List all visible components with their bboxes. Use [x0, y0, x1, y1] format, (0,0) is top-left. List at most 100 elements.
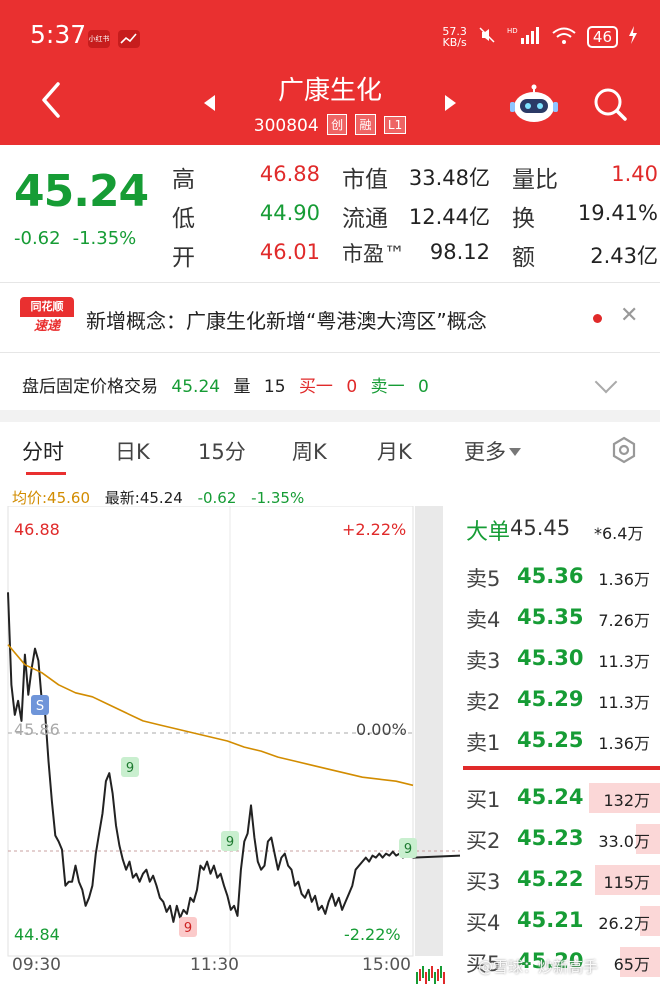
signal-marker: 9 [121, 757, 139, 777]
app-header: 5:37 小红书 57.3 KB/s HD 46 广康生化 300804 创 融… [0, 0, 660, 145]
signal-marker: S [31, 695, 49, 715]
after-hours-trading-row[interactable]: 盘后固定价格交易 45.24 量 15 买一 0 卖一 0 [22, 372, 437, 397]
bid1-value: 0 [346, 377, 358, 397]
ask-row[interactable]: 卖1 45.25 1.36万 [462, 720, 660, 760]
volume-bar [419, 969, 421, 981]
tab-15min[interactable]: 15分 [198, 436, 246, 466]
open-value: 46.01 [259, 240, 320, 264]
low-value: 44.90 [259, 201, 320, 225]
signal-marker-label: 9 [404, 842, 412, 857]
after-hours-zone [415, 506, 443, 956]
bid-row[interactable]: 买3 45.22 115万 [462, 859, 660, 899]
turnover-label: 换 [512, 206, 535, 232]
stock-app-notification-icon [118, 30, 140, 48]
intraday-price-chart[interactable]: S 9 9 9 9 [0, 506, 462, 988]
after-hours-label: 盘后固定价格交易 [22, 377, 158, 397]
divider [0, 282, 660, 283]
avg-price-line [7, 644, 414, 787]
price-change-pct: -1.35% [72, 228, 137, 249]
amount-label: 额 [512, 245, 535, 271]
xiaohongshu-notification-icon: 小红书 [88, 30, 110, 48]
chinext-tag: 创 [327, 114, 348, 135]
search-icon[interactable] [592, 86, 628, 122]
after-hours-vol-label: 量 [233, 377, 251, 397]
big-order-volume: *6.4万 [594, 524, 644, 543]
tab-weekly-k[interactable]: 周K [292, 436, 327, 466]
y-axis-preclose-label: 45.86 [14, 720, 60, 739]
ask1-label: 卖一 [370, 377, 405, 397]
price-change: -0.62 [14, 228, 61, 249]
signal-marker-label: S [36, 699, 44, 714]
volume-ratio-label: 量比 [512, 167, 558, 193]
charging-icon [628, 25, 638, 49]
volume-bar [428, 969, 430, 981]
chevron-down-icon[interactable] [594, 370, 618, 394]
tab-daily-k[interactable]: 日K [115, 436, 150, 466]
ai-assistant-robot-icon[interactable] [510, 84, 558, 124]
signal-icon: HD [507, 25, 541, 49]
level1-tag: L1 [383, 116, 407, 134]
y-axis-zero-pct-label: 0.00% [356, 720, 407, 739]
volume-bar [443, 972, 445, 984]
section-gap [0, 410, 660, 422]
ask-row[interactable]: 卖3 45.30 11.3万 [462, 638, 660, 678]
open-label: 开 [172, 245, 195, 271]
after-hours-price: 45.24 [171, 377, 221, 397]
low-label: 低 [172, 206, 195, 232]
high-label: 高 [172, 167, 195, 193]
xueqiu-watermark: @雪球：炒新高手 [478, 958, 599, 976]
turnover-value: 19.41% [577, 201, 658, 225]
avg-price: 均价:45.60 [12, 489, 90, 507]
big-order-price: 45.45 [510, 516, 571, 540]
tab-monthly-k[interactable]: 月K [377, 436, 412, 466]
signal-marker: 9 [221, 831, 239, 851]
signal-marker: 9 [179, 917, 197, 937]
ask1-value: 0 [417, 377, 429, 397]
next-stock-button[interactable] [445, 95, 456, 111]
tab-more[interactable]: 更多 [464, 436, 521, 466]
latest-price: 最新:45.24 [104, 489, 183, 507]
unread-dot-icon [593, 314, 602, 323]
volume-bar [437, 969, 439, 981]
chart-settings-gear-icon[interactable] [610, 436, 638, 464]
y-axis-max-label: 46.88 [14, 520, 60, 539]
high-value: 46.88 [259, 162, 320, 186]
y-axis-min-label: 44.84 [14, 925, 60, 944]
active-tab-indicator [26, 472, 66, 475]
signal-marker-label: 9 [226, 835, 234, 850]
stock-code: 300804 [253, 116, 319, 136]
volume-bar [431, 966, 433, 978]
signal-marker-label: 9 [184, 921, 192, 936]
mktcap-value: 33.48亿 [408, 166, 490, 190]
volume-bar [425, 972, 427, 984]
amount-value: 2.43亿 [590, 244, 658, 268]
x-axis-noon-label: 11:30 [190, 955, 239, 975]
bid-row[interactable]: 买4 45.21 26.2万 [462, 900, 660, 940]
ask-row[interactable]: 卖5 45.36 1.36万 [462, 556, 660, 596]
battery-icon: 46 [586, 26, 618, 48]
stock-code-row: 300804 创 融 L1 [0, 114, 660, 136]
news-headline[interactable]: 新增概念：广康生化新增“粤港澳大湾区”概念 [86, 305, 487, 334]
svg-text:HD: HD [507, 27, 518, 35]
dropdown-arrow-icon [509, 448, 521, 456]
mktcap-label: 市值 [342, 167, 388, 193]
float-value: 12.44亿 [408, 205, 490, 229]
ask-row[interactable]: 卖4 45.35 7.26万 [462, 597, 660, 637]
volume-ratio-value: 1.40 [611, 162, 658, 186]
mute-icon [477, 25, 497, 49]
volume-bar [440, 966, 442, 978]
bid-row[interactable]: 买2 45.23 33.0万 [462, 818, 660, 858]
wifi-icon [551, 25, 577, 49]
close-icon[interactable]: ✕ [620, 303, 638, 328]
pe-label: 市盈™ [342, 242, 405, 266]
latest-change-pct: -1.35% [251, 489, 305, 507]
ask-row[interactable]: 卖2 45.29 11.3万 [462, 679, 660, 719]
bid-row[interactable]: 买1 45.24 132万 [462, 777, 660, 817]
net-speed: 57.3 KB/s [442, 25, 467, 49]
x-axis-close-label: 15:00 [362, 955, 411, 975]
y-axis-max-pct-label: +2.22% [342, 520, 407, 539]
tab-intraday[interactable]: 分时 [22, 436, 64, 466]
y-axis-min-pct-label: -2.22% [344, 925, 401, 944]
volume-bar [416, 972, 418, 984]
volume-bar [434, 972, 436, 984]
